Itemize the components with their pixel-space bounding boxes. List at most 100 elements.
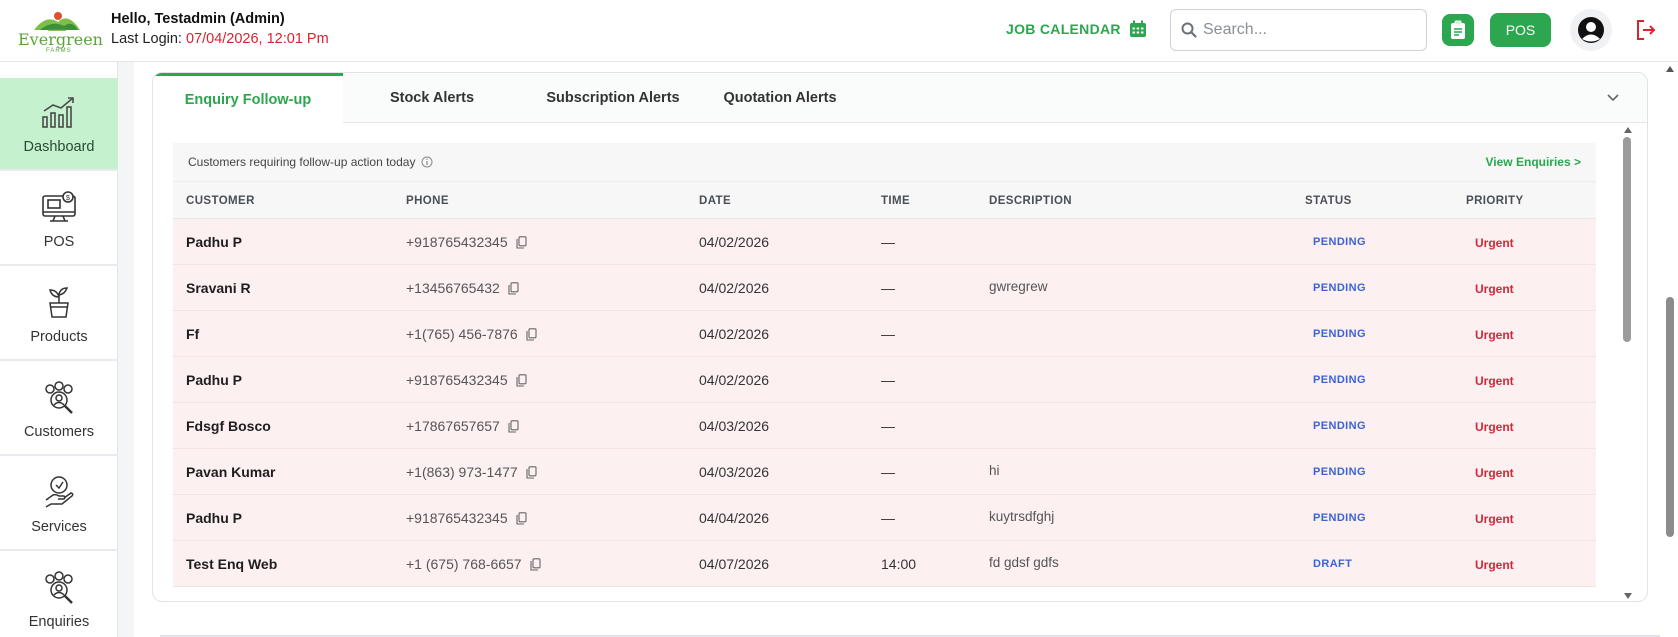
- sidebar-item-products[interactable]: Products: [0, 268, 118, 361]
- panel-caption-text: Customers requiring follow-up action tod…: [188, 155, 416, 169]
- copy-icon[interactable]: [508, 419, 519, 433]
- table-row[interactable]: Fdsgf Bosco +17867657657 04/03/2026 — PENDIN…: [173, 403, 1596, 449]
- col-customer[interactable]: CUSTOMER: [186, 195, 255, 207]
- sidebar-label-pos: POS: [43, 234, 75, 250]
- panel-caption-bar: Customers requiring follow-up action tod…: [173, 143, 1596, 181]
- cell-time: —: [881, 234, 895, 250]
- phone-text: +918765432345: [406, 234, 508, 250]
- tab-stock-alerts[interactable]: Stock Alerts: [343, 73, 521, 123]
- status-badge: PENDING: [1313, 328, 1366, 340]
- tab-subscription-alerts[interactable]: Subscription Alerts: [521, 73, 705, 123]
- sidebar-label-services: Services: [31, 519, 87, 535]
- chevron-down-icon[interactable]: [1605, 89, 1621, 105]
- phone-text: +17867657657: [406, 418, 500, 434]
- cell-customer[interactable]: Sravani R: [186, 280, 251, 296]
- priority-badge: Urgent: [1475, 558, 1514, 572]
- col-status[interactable]: STATUS: [1305, 195, 1352, 207]
- logo-text: Evergreen: [18, 30, 103, 49]
- info-icon[interactable]: [421, 156, 433, 168]
- clipboard-button[interactable]: [1442, 14, 1474, 46]
- greeting-text: Hello, Testadmin (Admin): [111, 11, 285, 27]
- table-row[interactable]: Sravani R +13456765432 04/02/2026 — gwregrew…: [173, 265, 1596, 311]
- cell-customer[interactable]: Pavan Kumar: [186, 464, 275, 480]
- table-row[interactable]: Padhu P +918765432345 04/02/2026 — PENDING Ur…: [173, 219, 1596, 265]
- scroll-up-arrow-icon[interactable]: [1624, 127, 1632, 133]
- priority-badge: Urgent: [1475, 512, 1514, 526]
- alerts-card: Enquiry Follow-up Stock Alerts Subscript…: [152, 72, 1648, 602]
- cell-customer[interactable]: Padhu P: [186, 234, 242, 250]
- table-row[interactable]: Pavan Kumar +1(863) 973-1477 04/03/2026 — hi…: [173, 449, 1596, 495]
- scroll-down-arrow-icon[interactable]: [1624, 593, 1632, 599]
- cell-time: —: [881, 510, 895, 526]
- cell-date: 04/03/2026: [699, 418, 770, 434]
- priority-badge: Urgent: [1475, 236, 1514, 250]
- copy-icon[interactable]: [508, 281, 519, 295]
- tab-quotation-alerts[interactable]: Quotation Alerts: [705, 73, 855, 123]
- col-phone[interactable]: PHONE: [406, 195, 449, 207]
- copy-icon[interactable]: [516, 235, 527, 249]
- col-time[interactable]: TIME: [881, 195, 910, 207]
- sidebar-item-pos[interactable]: $ POS: [0, 173, 118, 266]
- search-box[interactable]: [1170, 9, 1427, 51]
- copy-icon[interactable]: [516, 511, 527, 525]
- cell-phone: +918765432345: [406, 372, 527, 388]
- copy-icon[interactable]: [530, 557, 541, 571]
- sidebar-item-dashboard[interactable]: Dashboard: [0, 78, 118, 171]
- phone-text: +13456765432: [406, 280, 500, 296]
- phone-text: +1(863) 973-1477: [406, 464, 518, 480]
- pos-button[interactable]: POS: [1490, 13, 1551, 47]
- sidebar-item-enquiries[interactable]: Enquiries: [0, 553, 118, 637]
- copy-icon[interactable]: [516, 373, 527, 387]
- cell-phone: +1 (675) 768-6657: [406, 556, 541, 572]
- status-badge: PENDING: [1313, 512, 1366, 524]
- table-row[interactable]: Padhu P +918765432345 04/02/2026 — PENDING Ur…: [173, 357, 1596, 403]
- cell-customer[interactable]: Test Enq Web: [186, 556, 277, 572]
- job-calendar-link[interactable]: JOB CALENDAR: [1006, 20, 1147, 38]
- table-scrollbar[interactable]: [1623, 125, 1633, 601]
- cell-customer[interactable]: Ff: [186, 326, 199, 342]
- sidebar-item-customers[interactable]: Customers: [0, 363, 118, 456]
- phone-text: +1 (675) 768-6657: [406, 556, 522, 572]
- cell-description: hi: [989, 463, 1000, 478]
- cell-customer[interactable]: Padhu P: [186, 510, 242, 526]
- cell-customer[interactable]: Padhu P: [186, 372, 242, 388]
- sidebar-label-dashboard: Dashboard: [23, 139, 95, 155]
- table-row[interactable]: Test Enq Web +1 (675) 768-6657 04/07/2026 1…: [173, 541, 1596, 587]
- alerts-tabs: Enquiry Follow-up Stock Alerts Subscript…: [153, 73, 1647, 123]
- cell-phone: +17867657657: [406, 418, 519, 434]
- col-priority[interactable]: PRIORITY: [1466, 195, 1524, 207]
- svg-text:$: $: [66, 195, 70, 202]
- logout-icon[interactable]: [1635, 18, 1657, 42]
- copy-icon[interactable]: [526, 327, 537, 341]
- col-date[interactable]: DATE: [699, 195, 731, 207]
- view-enquiries-link[interactable]: View Enquiries >: [1486, 155, 1581, 169]
- scroll-thumb[interactable]: [1623, 137, 1631, 342]
- user-avatar-button[interactable]: [1570, 9, 1612, 51]
- last-login: Last Login: 07/04/2026, 12:01 Pm: [111, 31, 329, 47]
- status-badge: PENDING: [1313, 236, 1366, 248]
- cell-date: 04/02/2026: [699, 326, 770, 342]
- search-input[interactable]: [1203, 21, 1413, 39]
- evergreen-logo[interactable]: Evergreen FARMS: [18, 8, 103, 54]
- tab-enquiry-follow-up[interactable]: Enquiry Follow-up: [153, 73, 343, 123]
- cell-phone: +1(863) 973-1477: [406, 464, 537, 480]
- priority-badge: Urgent: [1475, 466, 1514, 480]
- page-scroll-up-icon[interactable]: [1666, 66, 1674, 72]
- customers-search-icon: [39, 379, 79, 415]
- cell-time: —: [881, 464, 895, 480]
- copy-icon[interactable]: [526, 465, 537, 479]
- col-description[interactable]: DESCRIPTION: [989, 195, 1072, 207]
- table-row[interactable]: Padhu P +918765432345 04/04/2026 — kuytrsdfg…: [173, 495, 1596, 541]
- page-scroll-thumb[interactable]: [1666, 297, 1674, 537]
- chart-growth-icon: [39, 94, 79, 130]
- cell-time: —: [881, 326, 895, 342]
- cell-customer[interactable]: Fdsgf Bosco: [186, 418, 271, 434]
- status-badge: PENDING: [1313, 282, 1366, 294]
- page-scrollbar[interactable]: [1662, 62, 1678, 637]
- main-content: Enquiry Follow-up Stock Alerts Subscript…: [134, 62, 1678, 637]
- sidebar-item-services[interactable]: Services: [0, 458, 118, 551]
- table-row[interactable]: Ff +1(765) 456-7876 04/02/2026 — PENDING Urge…: [173, 311, 1596, 357]
- enquiry-followup-panel: Customers requiring follow-up action tod…: [173, 143, 1596, 601]
- priority-badge: Urgent: [1475, 420, 1514, 434]
- cell-date: 04/07/2026: [699, 556, 770, 572]
